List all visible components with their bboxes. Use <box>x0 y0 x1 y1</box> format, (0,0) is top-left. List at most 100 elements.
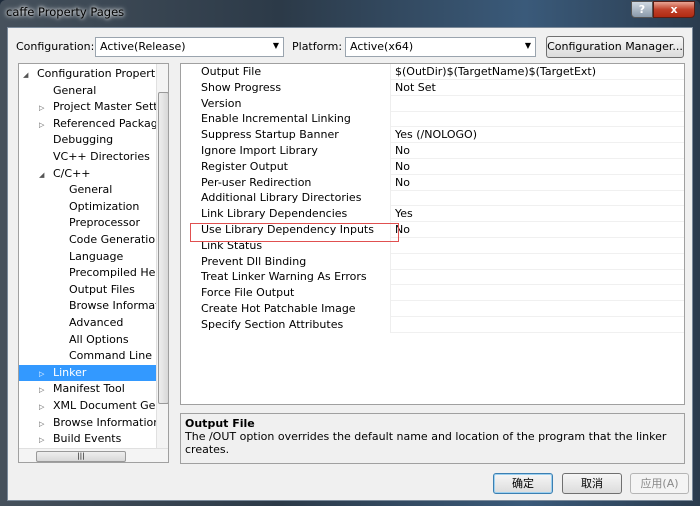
collapsed-triangle-icon[interactable]: ▷ <box>39 117 53 133</box>
tree-item[interactable]: Optimization <box>19 199 139 215</box>
highlight-box <box>190 223 399 242</box>
configuration-label: Configuration: <box>16 40 95 53</box>
tree-item-label: All Options <box>69 332 129 346</box>
tree-item-label: General <box>69 183 113 197</box>
property-row[interactable]: Ignore Import Library No <box>181 143 684 159</box>
tree-item[interactable]: ▷ Manifest Tool <box>19 381 125 397</box>
tree-item[interactable]: ▷ Browse Information <box>19 415 160 431</box>
property-row[interactable]: Prevent Dll Binding <box>181 253 684 270</box>
property-row[interactable]: Create Hot Patchable Image <box>181 301 684 317</box>
property-row[interactable]: Enable Incremental Linking <box>181 111 684 128</box>
property-value[interactable]: Yes (/NOLOGO) <box>392 127 477 142</box>
property-row[interactable]: Specify Section Attributes <box>181 316 684 333</box>
property-name: Create Hot Patchable Image <box>181 301 391 317</box>
tree-item-label: Code Generation <box>69 233 163 246</box>
property-row[interactable]: Suppress Startup Banner Yes (/NOLOGO) <box>181 127 684 144</box>
tree-item-label: C/C++ <box>53 166 91 180</box>
tree-item[interactable]: Preprocessor <box>19 215 140 231</box>
property-grid: Output File $(OutDir)$(TargetName)$(Targe… <box>180 63 685 405</box>
tree-item[interactable]: ▷ Project Master Settin <box>19 99 168 115</box>
configuration-value: Active(Release) <box>100 40 186 53</box>
property-name: Force File Output <box>181 285 391 302</box>
platform-select[interactable]: Active(x64) ▼ <box>345 37 536 57</box>
property-row[interactable]: Force File Output <box>181 285 684 302</box>
tree-item[interactable]: Command Line <box>19 348 152 364</box>
scroll-thumb[interactable]: ||| <box>36 451 126 462</box>
tree-item-label: Manifest Tool <box>53 382 125 396</box>
configuration-manager-button[interactable]: Configuration Manager... <box>546 36 684 58</box>
description-panel: Output File The /OUT option overrides th… <box>180 413 685 464</box>
property-value[interactable]: Not Set <box>392 80 436 95</box>
property-value[interactable]: Yes <box>392 206 413 221</box>
tree-item[interactable]: ▷ XML Document Gene <box>19 398 169 415</box>
tree-item-label: Configuration Properties <box>37 67 169 80</box>
property-row[interactable]: Per-user Redirection No <box>181 174 684 191</box>
property-value[interactable]: No <box>392 175 410 190</box>
property-value[interactable]: No <box>392 143 410 158</box>
property-name: Per-user Redirection <box>181 174 391 191</box>
tree-item[interactable]: ▷ Build Events <box>19 431 121 447</box>
cancel-button[interactable]: 取消 <box>562 473 622 494</box>
tree-item[interactable]: Advanced <box>19 315 123 331</box>
collapsed-triangle-icon[interactable]: ▷ <box>39 100 53 116</box>
tree-vertical-scrollbar[interactable] <box>156 64 168 448</box>
tree-item[interactable]: ◢ C/C++ <box>19 166 91 182</box>
tree-item-label: Debugging <box>53 133 114 147</box>
tree-item-label: Referenced Packages <box>53 116 169 130</box>
dialog-client: Configuration: Active(Release) ▼ Platform… <box>7 27 693 501</box>
property-row[interactable]: Additional Library Directories <box>181 190 684 207</box>
close-button[interactable]: x <box>653 1 695 18</box>
property-name: Version <box>181 95 391 112</box>
chevron-down-icon: ▼ <box>272 41 279 50</box>
platform-value: Active(x64) <box>350 40 414 53</box>
property-row[interactable]: Treat Linker Warning As Errors <box>181 269 684 286</box>
property-name: Enable Incremental Linking <box>181 111 391 128</box>
tree-item-label: Linker <box>53 365 87 379</box>
help-button[interactable]: ? <box>631 1 653 18</box>
scroll-thumb[interactable] <box>158 92 168 404</box>
expanded-triangle-icon[interactable]: ◢ <box>39 167 53 183</box>
collapsed-triangle-icon[interactable]: ▷ <box>39 432 53 448</box>
property-name: Link Library Dependencies <box>181 206 391 223</box>
tree-horizontal-scrollbar[interactable]: ||| <box>19 448 168 462</box>
collapsed-triangle-icon[interactable]: ▷ <box>39 399 53 415</box>
tree-item-label: Language <box>69 249 124 263</box>
collapsed-triangle-icon[interactable]: ▷ <box>39 382 53 398</box>
property-pages-window: caffe Property Pages ? x Configuration: … <box>0 0 700 506</box>
collapsed-triangle-icon[interactable]: ▷ <box>39 416 53 432</box>
ok-button[interactable]: 确定 <box>493 473 553 494</box>
tree-item-label: Output Files <box>69 282 135 296</box>
tree-item[interactable]: Debugging <box>19 132 113 148</box>
tree-item[interactable]: Language <box>19 249 123 265</box>
property-name: Suppress Startup Banner <box>181 127 391 144</box>
tree-item[interactable]: General <box>19 83 96 99</box>
tree-item-label: Precompiled Head <box>69 266 169 280</box>
tree-item[interactable]: ▷ Referenced Packages <box>19 116 169 133</box>
tree-item[interactable]: All Options <box>19 332 129 348</box>
tree-item[interactable]: General <box>19 182 112 198</box>
tree-item-label: XML Document Gene <box>53 399 169 412</box>
tree-item[interactable]: Output Files <box>19 282 135 298</box>
collapsed-triangle-icon[interactable]: ▷ <box>39 366 53 382</box>
property-value[interactable]: $(OutDir)$(TargetName)$(TargetExt) <box>392 64 596 79</box>
tree-item-label: Optimization <box>69 199 140 213</box>
property-row[interactable]: Show Progress Not Set <box>181 79 684 96</box>
tree-item[interactable]: VC++ Directories <box>19 149 150 165</box>
tree-item[interactable]: Browse Informatio <box>19 298 168 314</box>
property-row[interactable]: Link Library Dependencies Yes <box>181 206 684 223</box>
configuration-select[interactable]: Active(Release) ▼ <box>95 37 284 57</box>
property-row[interactable]: Version <box>181 95 684 112</box>
property-row[interactable]: Register Output No <box>181 158 684 175</box>
apply-button[interactable]: 应用(A) <box>630 473 689 494</box>
property-value[interactable]: No <box>392 159 410 174</box>
description-title: Output File <box>185 417 255 430</box>
tree-item[interactable]: ◢ Configuration Properties <box>19 66 169 83</box>
category-tree: ◢ Configuration Properties General ▷ Project… <box>18 63 169 463</box>
property-name: Treat Linker Warning As Errors <box>181 269 391 286</box>
tree-item[interactable]: Code Generation <box>19 232 162 248</box>
tree-item[interactable]: Precompiled Head <box>19 265 169 281</box>
tree-item[interactable]: ▷ Linker <box>19 364 156 382</box>
property-name: Additional Library Directories <box>181 190 391 207</box>
property-row[interactable]: Output File $(OutDir)$(TargetName)$(Targe… <box>181 64 684 80</box>
expanded-triangle-icon[interactable]: ◢ <box>23 67 37 83</box>
